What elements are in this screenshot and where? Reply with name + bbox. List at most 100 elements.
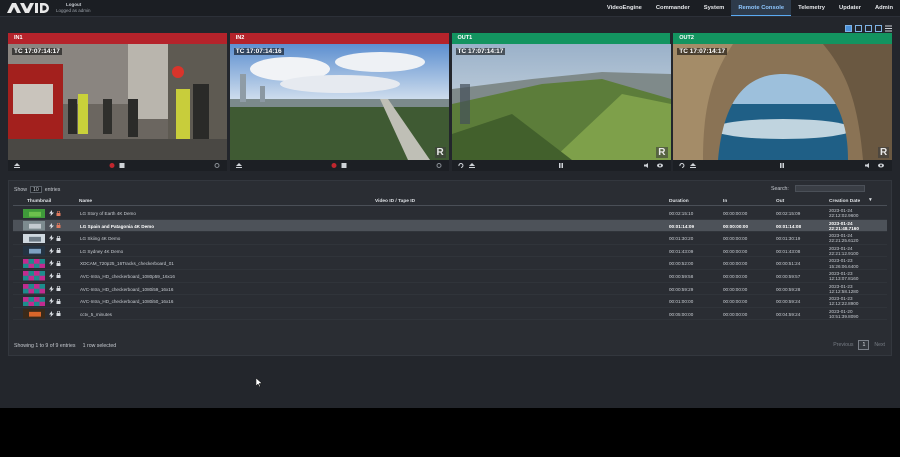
table-row[interactable]: LG Sydney 4K Demo 00:01:43:09 00:00:00:0… <box>13 245 887 258</box>
video-preview[interactable]: TC 17:07:14:17 R <box>451 44 671 160</box>
record-icon[interactable] <box>331 163 337 168</box>
col-thumbnail[interactable]: Thumbnail <box>27 199 51 204</box>
top-bar: Logout Logged as admin VideoEngine Comma… <box>0 0 900 17</box>
clip-duration: 00:01:14:09 <box>669 223 695 229</box>
record-icon[interactable] <box>109 163 115 168</box>
settings-icon[interactable] <box>436 163 442 168</box>
video-preview[interactable]: TC 17:07:14:17 <box>8 44 227 160</box>
table-row[interactable]: cctv_5_minutes 00:05:00:00 00:00:00:00 0… <box>13 308 887 321</box>
lock-icon[interactable] <box>56 311 61 317</box>
clip-duration: 00:00:59:58 <box>669 273 694 279</box>
loop-icon[interactable] <box>679 163 685 168</box>
clip-table: Show 10 entries Search: Thumbnail Name V… <box>8 180 892 356</box>
clip-creation-date: 2023-01-23 15:26:06.6400 <box>829 258 858 268</box>
layout-2-icon[interactable] <box>855 25 862 32</box>
table-row[interactable]: LG Skiing 4K Demo 00:01:30:20 00:00:00:0… <box>13 232 887 245</box>
table-row[interactable]: LG Story of Earth 4K Demo 00:02:15:10 00… <box>13 207 887 220</box>
clip-out: 00:02:15:09 <box>776 211 801 216</box>
eject-icon[interactable] <box>235 163 242 168</box>
nav-updater[interactable]: Updater <box>832 0 868 16</box>
lightning-icon[interactable] <box>49 272 54 279</box>
search-input[interactable] <box>795 185 865 192</box>
eye-icon[interactable] <box>878 163 885 168</box>
show-label: Show <box>14 186 27 193</box>
video-preview[interactable]: TC 17:07:14:17 R <box>673 44 893 160</box>
col-name[interactable]: Name <box>79 199 92 204</box>
lock-icon[interactable] <box>56 260 61 266</box>
lightning-icon[interactable] <box>49 235 54 242</box>
layout-1-icon[interactable] <box>845 25 852 32</box>
eye-icon[interactable] <box>656 163 663 168</box>
clip-thumbnail <box>23 246 45 256</box>
table-row[interactable]: AVC-Intra_HD_checkerboard_1080i59_16x16 … <box>13 283 887 296</box>
lightning-icon[interactable] <box>49 260 54 267</box>
col-in[interactable]: In <box>723 199 727 204</box>
city-aerial-image <box>229 44 449 160</box>
nav-remote-console[interactable]: Remote Console <box>731 0 792 16</box>
lock-icon[interactable] <box>56 273 61 279</box>
lock-icon[interactable] <box>56 248 61 254</box>
lightning-icon[interactable] <box>49 285 54 292</box>
col-creation-date[interactable]: Creation Date <box>829 199 860 204</box>
table-info: Showing 1 to 9 of 9 entries 1 row select… <box>14 343 116 349</box>
clip-out: 00:01:30:19 <box>776 236 801 242</box>
nav-telemetry[interactable]: Telemetry <box>791 0 832 16</box>
clip-out: 00:00:59:57 <box>776 273 801 279</box>
clip-name: LG Story of Earth 4K Demo <box>80 211 136 216</box>
lightning-icon[interactable] <box>49 210 54 216</box>
eject-icon[interactable] <box>690 163 697 168</box>
logged-as-label: Logged as admin <box>56 8 91 13</box>
lock-icon[interactable] <box>56 235 61 241</box>
menu-icon[interactable] <box>885 25 892 32</box>
pause-icon[interactable] <box>779 163 785 168</box>
lightning-icon[interactable] <box>49 310 54 317</box>
entries-select[interactable]: 10 <box>29 186 42 193</box>
time-part: 12:13:07.8160 <box>829 276 859 282</box>
lightning-icon[interactable] <box>49 247 54 254</box>
next-button[interactable]: Next <box>874 342 885 348</box>
clip-thumbnail <box>23 208 45 218</box>
lock-icon[interactable] <box>56 286 61 292</box>
stop-icon[interactable] <box>341 163 347 168</box>
timecode: TC 17:07:14:17 <box>12 48 62 55</box>
panel-title: OUT1 <box>457 35 473 41</box>
clip-in: 00:00:00:00 <box>723 211 748 216</box>
table-row[interactable]: XDCAM_720p25_16Tracks_checkerboard_01 00… <box>13 257 887 270</box>
lightning-icon[interactable] <box>49 222 54 229</box>
clip-in: 00:00:00:00 <box>723 223 749 229</box>
stop-icon[interactable] <box>119 163 125 168</box>
volume-icon[interactable] <box>865 163 871 168</box>
table-row[interactable]: AVC-Intra_HD_checkerboard_1080i50_16x16 … <box>13 295 887 308</box>
table-row[interactable]: LG Spain and Patagonia 4K Demo 00:01:14:… <box>13 219 887 233</box>
remote-mark: R <box>878 147 890 158</box>
table-row[interactable]: AVC-Intra_HD_checkerboard_1080p59_16x16 … <box>13 270 887 283</box>
lightning-icon[interactable] <box>49 298 54 305</box>
lock-icon[interactable] <box>56 298 61 304</box>
nav-videoengine[interactable]: VideoEngine <box>600 0 649 16</box>
volume-icon[interactable] <box>643 163 650 168</box>
nav-system[interactable]: System <box>697 0 732 16</box>
lock-icon[interactable] <box>56 223 61 229</box>
previous-button[interactable]: Previous <box>833 342 853 348</box>
table-body: LG Story of Earth 4K Demo 00:02:15:10 00… <box>13 207 887 321</box>
col-out[interactable]: Out <box>776 199 784 204</box>
clip-out: 00:01:14:08 <box>776 223 802 229</box>
eject-icon[interactable] <box>14 163 20 168</box>
pause-icon[interactable] <box>558 163 564 168</box>
panel-title: IN2 <box>235 35 245 41</box>
eject-icon[interactable] <box>468 163 475 168</box>
clip-out: 00:00:59:28 <box>776 286 801 292</box>
search-label: Search: <box>771 186 789 192</box>
settings-icon[interactable] <box>214 163 220 168</box>
nav-admin[interactable]: Admin <box>868 0 900 16</box>
loop-icon[interactable] <box>457 163 464 168</box>
video-preview[interactable]: TC 17:07:14:16 R <box>229 44 449 160</box>
panel-header: OUT2 <box>673 33 892 44</box>
col-video-id[interactable]: Video ID / Tape ID <box>375 199 415 204</box>
nav-commander[interactable]: Commander <box>649 0 697 16</box>
lock-icon[interactable] <box>56 210 61 216</box>
page-1-button[interactable]: 1 <box>858 340 870 350</box>
col-duration[interactable]: Duration <box>669 199 689 204</box>
layout-3-icon[interactable] <box>865 25 872 32</box>
layout-4-icon[interactable] <box>875 25 882 32</box>
